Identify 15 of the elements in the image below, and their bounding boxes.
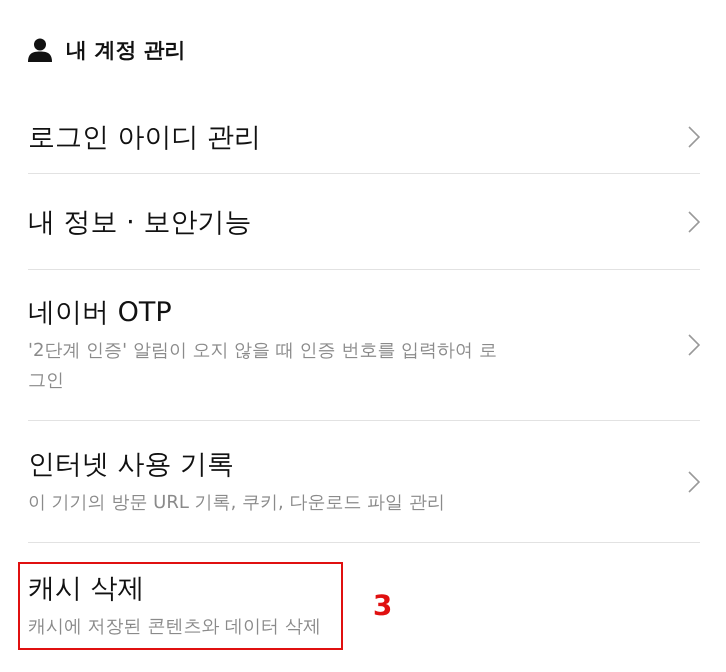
person-icon <box>28 38 52 62</box>
chevron-icon <box>688 334 700 356</box>
chevron-icon <box>688 210 700 232</box>
menu-item-title[interactable]: 내 정보 · 보안기능 <box>28 204 252 240</box>
menu-item-title[interactable]: 캐시 삭제 <box>28 570 321 606</box>
chevron-icon <box>688 470 700 492</box>
menu-item-title[interactable]: 인터넷 사용 기록 <box>28 446 445 482</box>
section-title: 내 계정 관리 <box>66 37 186 64</box>
annotation-number: 3 <box>372 589 392 622</box>
chevron-icon <box>688 126 700 148</box>
menu-item-description: 캐시에 저장된 콘텐츠와 데이터 삭제 <box>28 614 321 638</box>
menu-item-title[interactable]: 로그인 아이디 관리 <box>28 118 262 154</box>
menu-item-description: 이 기기의 방문 URL 기록, 쿠키, 다운로드 파일 관리 <box>28 490 445 514</box>
menu-item-description: '2단계 인증' 알림이 오지 않을 때 인증 번호를 입력하여 로그인 <box>28 339 498 393</box>
menu-item-title[interactable]: 네이버 OTP <box>28 294 498 330</box>
